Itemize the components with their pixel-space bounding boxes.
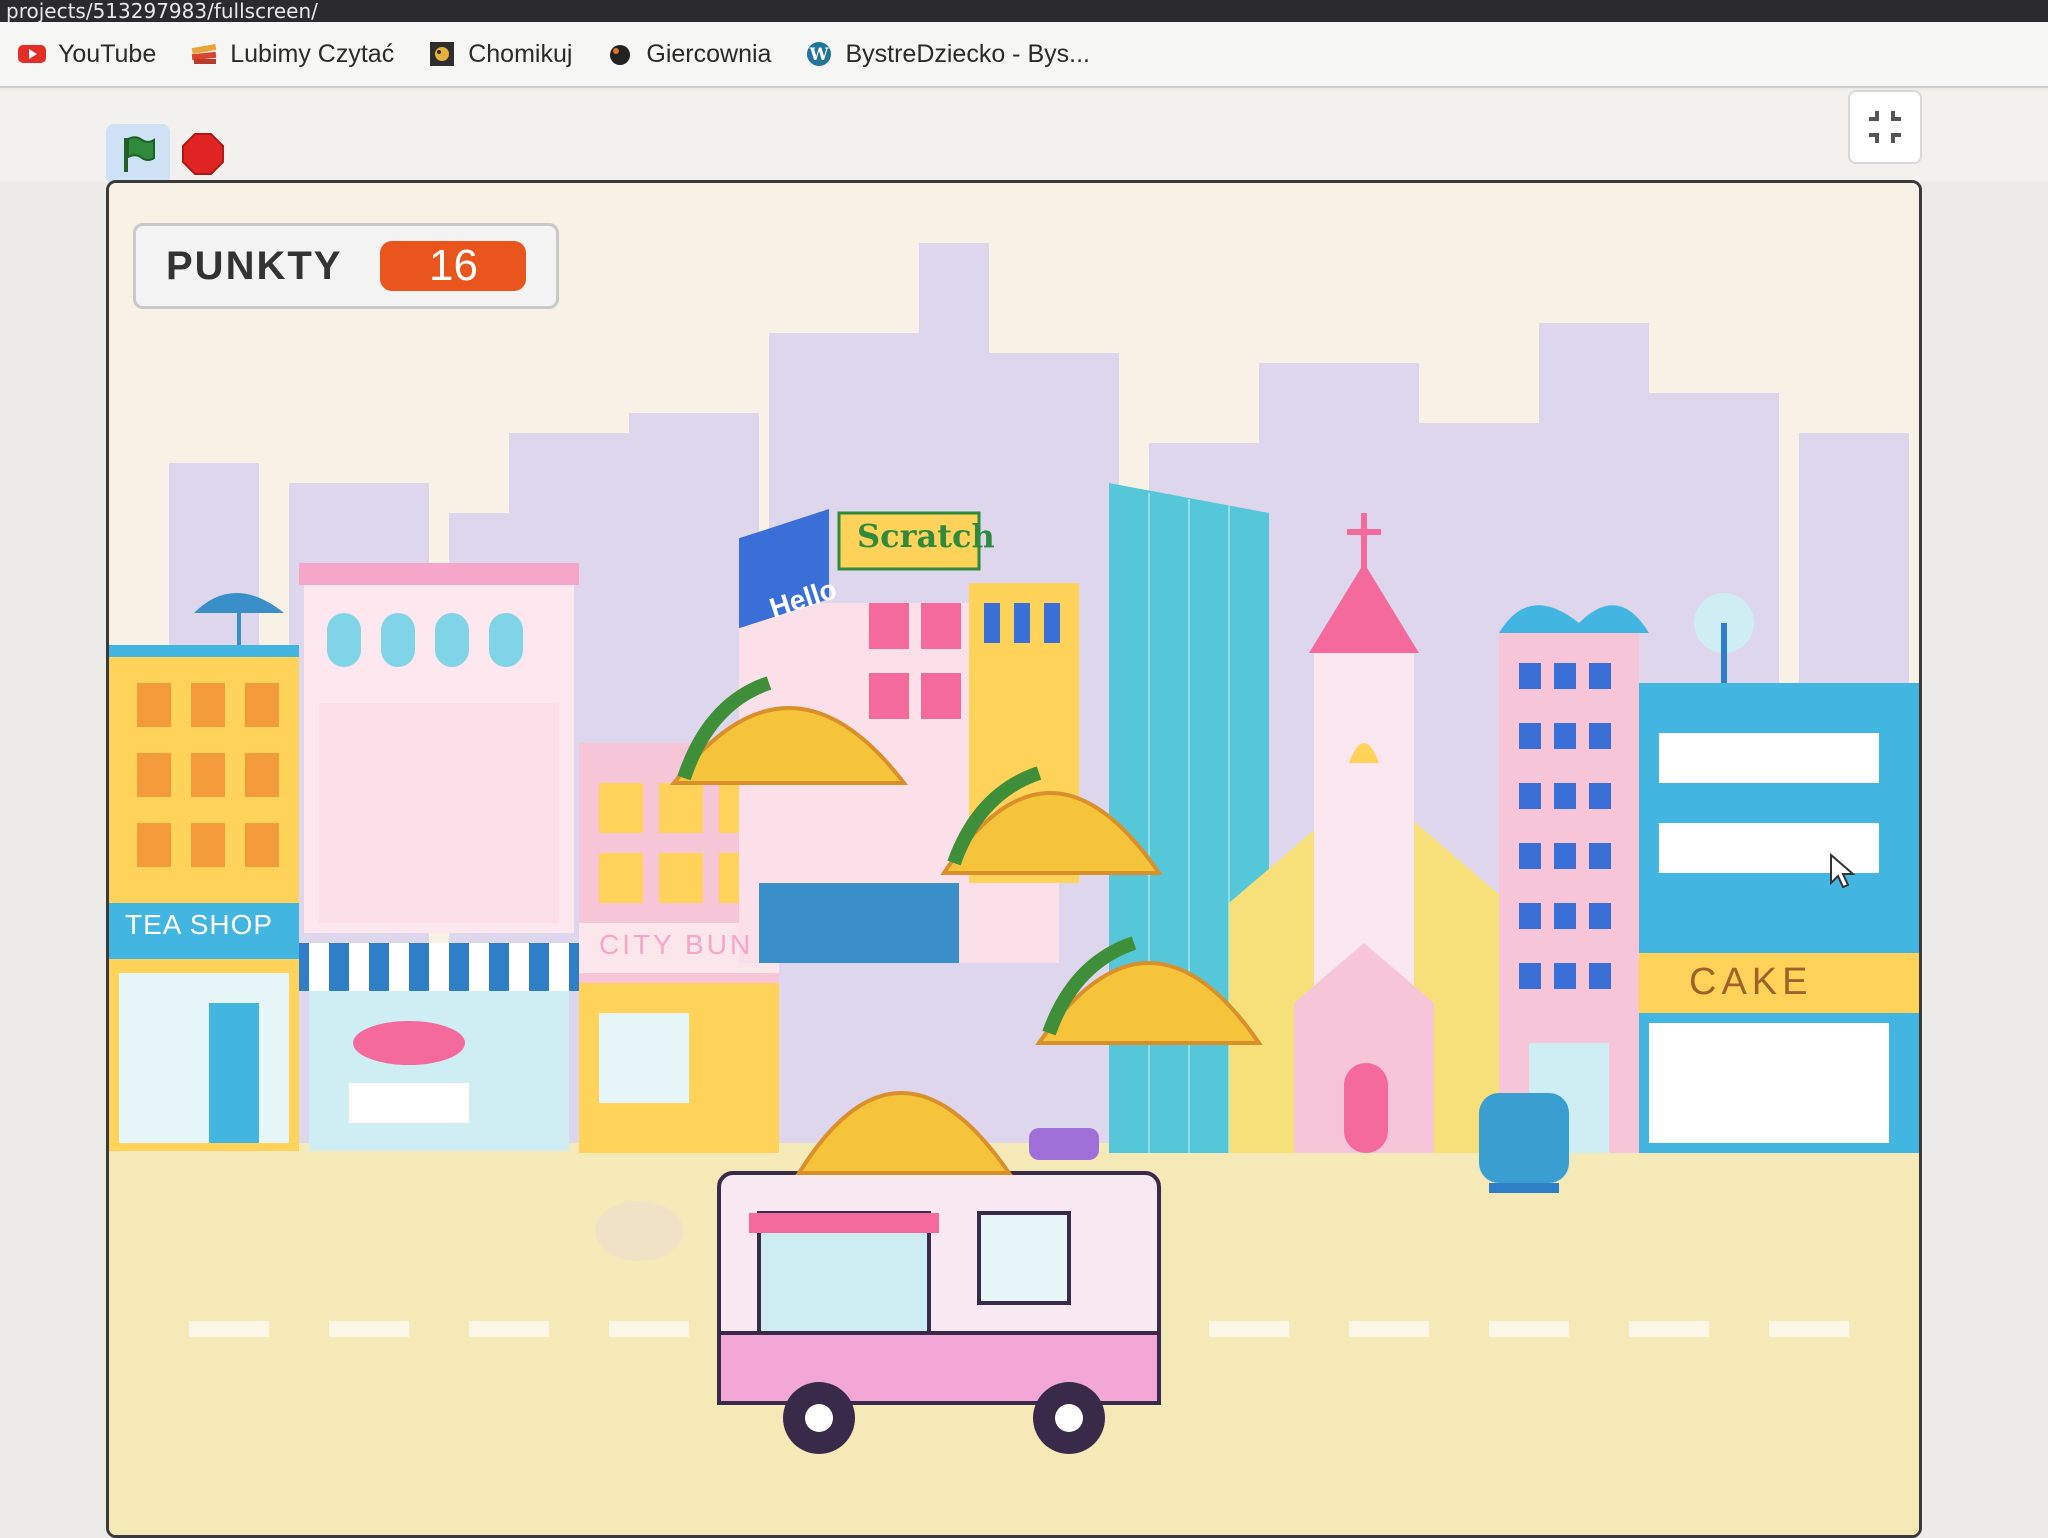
monitor-label: PUNKTY — [166, 243, 343, 288]
sign-scratch: Scratch — [857, 517, 995, 555]
building-arches — [299, 563, 579, 1151]
bookmark-label: Lubimy Czytać — [230, 39, 395, 68]
building-tea-shop — [109, 593, 299, 1151]
bookmark-label: Giercownia — [646, 39, 772, 68]
mailbox — [1479, 1093, 1569, 1193]
wordpress-icon: W — [805, 42, 833, 66]
bookmark-giercownia[interactable]: Giercownia — [606, 40, 771, 69]
bookmark-chomikuj[interactable]: Chomikuj — [428, 40, 572, 69]
chomikuj-icon — [428, 42, 456, 66]
project-stage[interactable]: Hello Scratch TEA SHOP CITY BUN CAKE PUN… — [106, 180, 1922, 1538]
bookmark-youtube[interactable]: YouTube — [18, 40, 156, 69]
green-flag-icon — [124, 136, 155, 172]
stage-header — [0, 90, 2048, 182]
bookmark-lubimy-czytac[interactable]: Lubimy Czytać — [190, 40, 394, 69]
stop-button[interactable] — [182, 133, 224, 175]
sign-cake: CAKE — [1689, 961, 1813, 1003]
svg-text:W: W — [809, 45, 830, 65]
building-pink-tower — [1499, 605, 1649, 1153]
youtube-icon — [18, 42, 46, 66]
url-text: projects/513297983/fullscreen/ — [6, 0, 318, 22]
manhole — [595, 1201, 683, 1261]
green-flag-button[interactable] — [106, 124, 170, 184]
bookmark-label: YouTube — [58, 39, 157, 68]
bookmark-bystredziecko[interactable]: W BystreDziecko - Bys... — [805, 40, 1090, 69]
url-bar[interactable]: projects/513297983/fullscreen/ — [0, 0, 2048, 22]
city-backdrop — [109, 183, 1919, 1535]
exit-fullscreen-icon — [1869, 111, 1901, 143]
bookmark-label: Chomikuj — [468, 39, 573, 68]
exit-fullscreen-button[interactable] — [1848, 90, 1922, 164]
sign-tea-shop: TEA SHOP — [125, 909, 274, 940]
giercownia-icon — [606, 42, 634, 66]
book-stack-icon — [190, 42, 218, 66]
variable-monitor-punkty: PUNKTY 16 — [133, 223, 559, 309]
sign-city-bun: CITY BUN — [599, 929, 754, 960]
stop-icon — [182, 133, 224, 175]
monitor-value: 16 — [380, 241, 527, 291]
mouse-cursor-icon — [1830, 853, 1855, 889]
bookmark-label: BystreDziecko - Bys... — [845, 39, 1090, 68]
bookmarks-bar: YouTube Lubimy Czytać Chomikuj Giercowni… — [0, 22, 2048, 88]
